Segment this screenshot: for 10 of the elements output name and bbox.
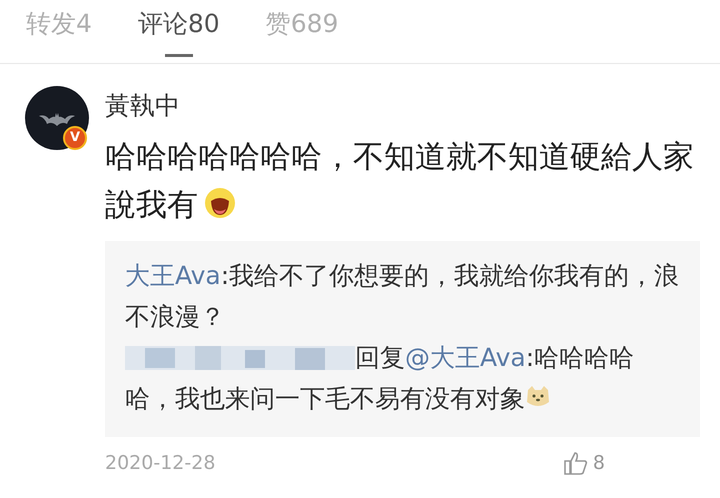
reply-text: 回复@大王Ava:哈哈哈哈哈，我也来问一下毛不易有没有对象 <box>125 341 636 415</box>
tab[interactable]: 赞689 <box>266 0 338 63</box>
comment-date: 2020-12-28 <box>105 451 216 476</box>
tab[interactable]: 评论80 <box>138 0 220 63</box>
reply-text: 大王Ava:我给不了你想要的，我就给你我有的，浪不浪漫？ <box>125 260 680 333</box>
like-button[interactable]: 8 <box>562 449 605 478</box>
laughing-emoji-icon <box>204 187 236 219</box>
tab[interactable]: 转发4 <box>26 0 92 63</box>
author-name[interactable]: 黃執中 <box>105 89 705 123</box>
comment-text: 哈哈哈哈哈哈哈，不知道就不知道硬給人家說我有 <box>105 138 695 225</box>
